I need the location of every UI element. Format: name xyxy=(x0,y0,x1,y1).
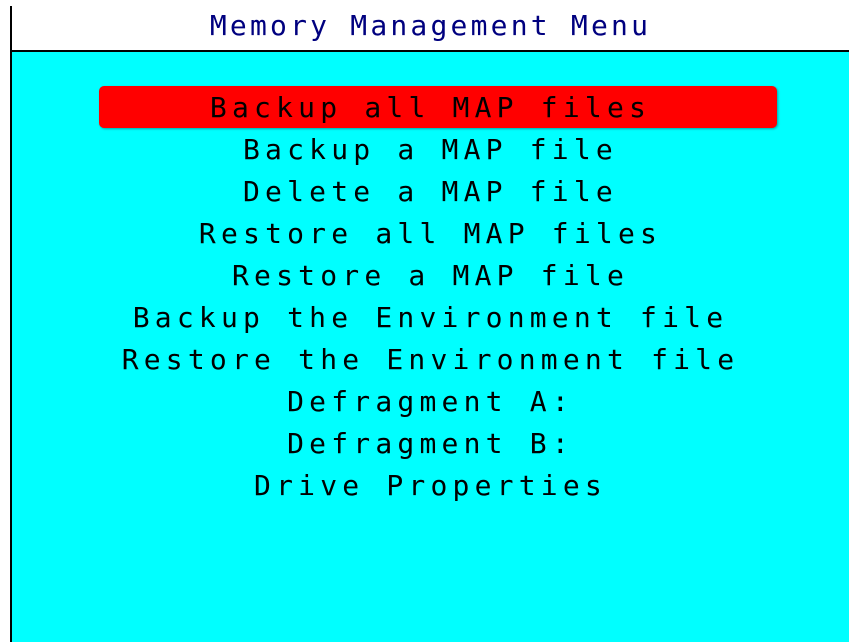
menu-list: Backup all MAP files Backup a MAP file D… xyxy=(12,86,849,506)
menu-area: Backup all MAP files Backup a MAP file D… xyxy=(12,52,849,642)
menu-item-backup-a-map-file[interactable]: Backup a MAP file xyxy=(12,128,849,170)
menu-item-defragment-b[interactable]: Defragment B: xyxy=(12,422,849,464)
menu-item-label: Backup the Environment file xyxy=(132,300,729,334)
menu-item-label: Restore the Environment file xyxy=(121,342,740,376)
menu-item-drive-properties[interactable]: Drive Properties xyxy=(12,464,849,506)
menu-item-delete-a-map-file[interactable]: Delete a MAP file xyxy=(12,170,849,212)
menu-item-label: Defragment B: xyxy=(287,426,574,460)
menu-item-label: Defragment A: xyxy=(287,384,574,418)
menu-item-label: Delete a MAP file xyxy=(243,174,618,208)
menu-title: Memory Management Menu xyxy=(209,8,652,42)
title-bar: Memory Management Menu xyxy=(12,6,849,52)
menu-item-backup-all-map-files[interactable]: Backup all MAP files xyxy=(12,86,849,128)
menu-item-restore-a-map-file[interactable]: Restore a MAP file xyxy=(12,254,849,296)
menu-item-label: Backup all MAP files xyxy=(209,90,652,124)
menu-item-label: Drive Properties xyxy=(254,468,607,502)
menu-item-backup-environment-file[interactable]: Backup the Environment file xyxy=(12,296,849,338)
menu-item-defragment-a[interactable]: Defragment A: xyxy=(12,380,849,422)
memory-management-window: Memory Management Menu Backup all MAP fi… xyxy=(10,6,849,642)
menu-item-label: Restore a MAP file xyxy=(231,258,630,292)
menu-item-label: Backup a MAP file xyxy=(243,132,618,166)
menu-item-restore-all-map-files[interactable]: Restore all MAP files xyxy=(12,212,849,254)
menu-item-restore-environment-file[interactable]: Restore the Environment file xyxy=(12,338,849,380)
menu-item-label: Restore all MAP files xyxy=(198,216,663,250)
